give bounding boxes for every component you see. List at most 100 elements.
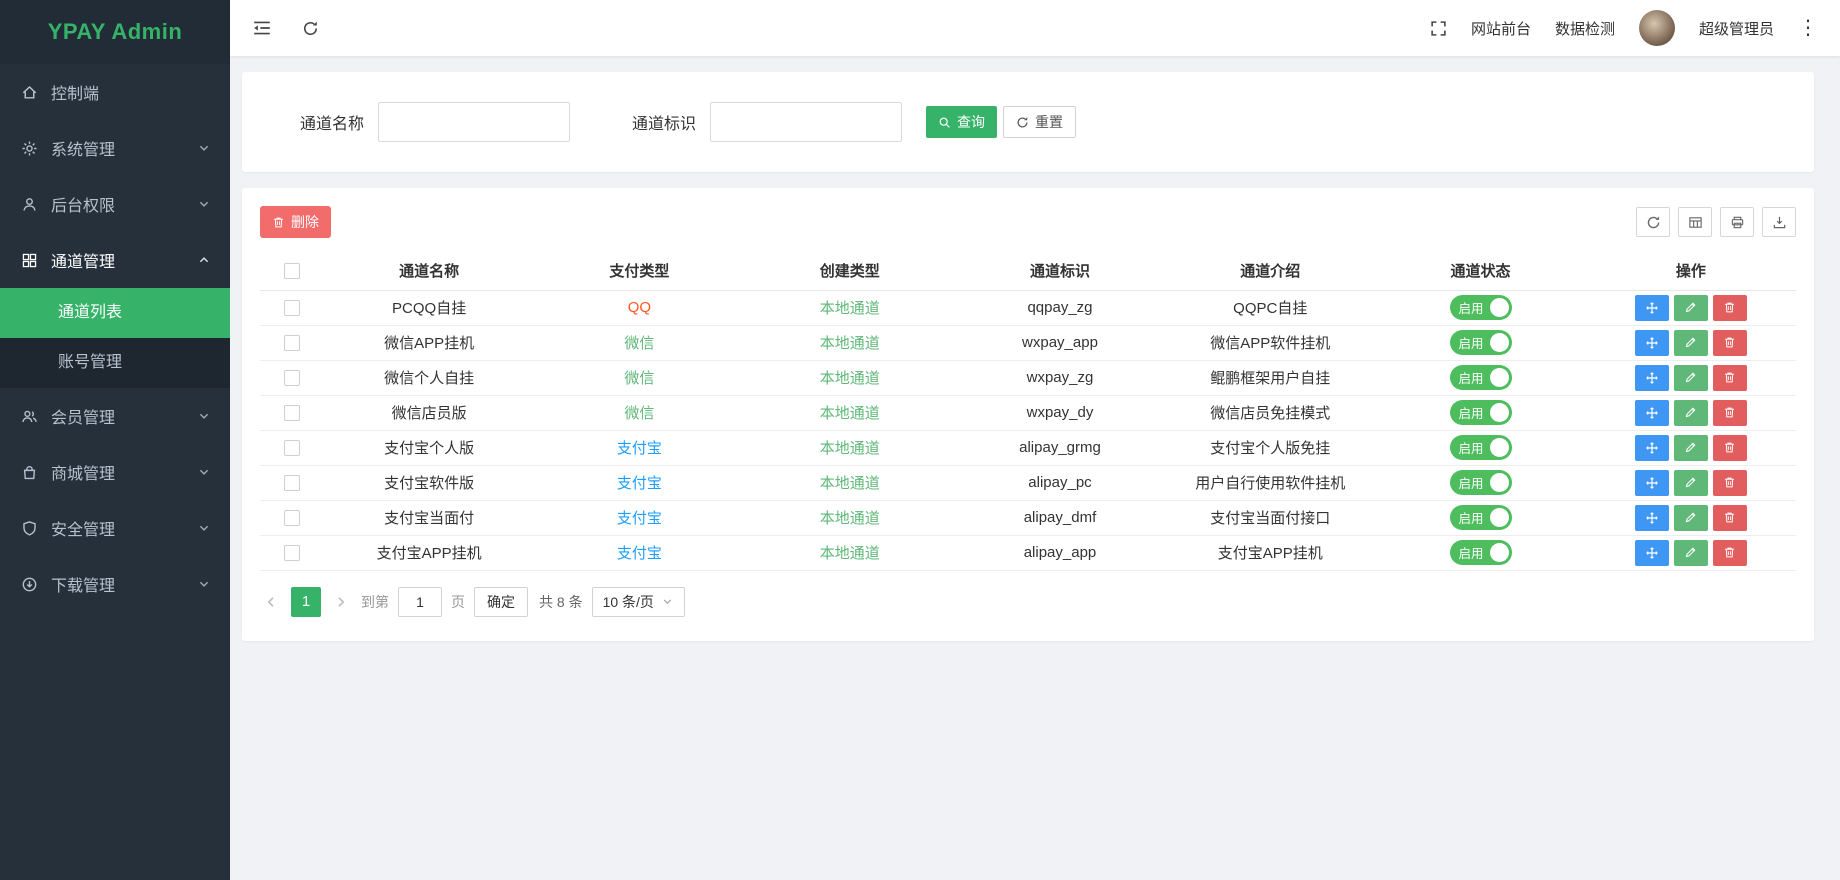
shield-icon [20, 519, 38, 537]
status-label: 启用 [1459, 438, 1484, 457]
more-menu-icon[interactable]: ⋮ [1798, 18, 1818, 38]
edit-button[interactable] [1674, 400, 1708, 426]
prev-page-button[interactable] [260, 587, 282, 617]
status-toggle[interactable]: 启用 [1450, 505, 1512, 530]
table-row: 支付宝当面付 支付宝 本地通道 alipay_dmf 支付宝当面付接口 启用 [260, 500, 1796, 535]
cell-pay-type: 微信 [624, 370, 654, 387]
edit-button[interactable] [1674, 365, 1708, 391]
delete-row-button[interactable] [1713, 400, 1747, 426]
toggle-knob [1490, 473, 1509, 492]
header-right: 网站前台 数据检测 超级管理员 ⋮ [1430, 10, 1818, 46]
table-row: 微信APP挂机 微信 本地通道 wxpay_app 微信APP软件挂机 启用 [260, 325, 1796, 360]
delete-button[interactable]: 删除 [260, 206, 331, 238]
refresh-page-icon[interactable] [302, 20, 319, 37]
cell-channel-name: 微信店员版 [324, 395, 534, 430]
sidebar-item-channel[interactable]: 通道管理 [0, 232, 230, 288]
move-button[interactable] [1635, 295, 1669, 321]
move-button[interactable] [1635, 505, 1669, 531]
row-checkbox[interactable] [284, 335, 300, 351]
cell-channel-code: alipay_grmg [955, 430, 1165, 465]
delete-row-button[interactable] [1713, 330, 1747, 356]
row-checkbox[interactable] [284, 405, 300, 421]
sidebar-item-permissions[interactable]: 后台权限 [0, 176, 230, 232]
status-label: 启用 [1459, 298, 1484, 317]
sidebar-item-security[interactable]: 安全管理 [0, 500, 230, 556]
confirm-page-button[interactable]: 确定 [474, 587, 528, 617]
cell-pay-type: 支付宝 [617, 510, 662, 527]
move-button[interactable] [1635, 470, 1669, 496]
row-checkbox[interactable] [284, 440, 300, 456]
delete-row-button[interactable] [1713, 505, 1747, 531]
cell-create-type: 本地通道 [820, 545, 880, 562]
move-button[interactable] [1635, 435, 1669, 461]
cell-channel-intro: 鲲鹏框架用户自挂 [1165, 360, 1375, 395]
status-toggle[interactable]: 启用 [1450, 365, 1512, 390]
sidebar-item-label: 后台权限 [51, 192, 198, 216]
download-icon [20, 575, 38, 593]
refresh-table-button[interactable] [1636, 207, 1670, 237]
edit-button[interactable] [1674, 470, 1708, 496]
export-button[interactable] [1762, 207, 1796, 237]
fullscreen-icon[interactable] [1430, 20, 1447, 37]
status-toggle[interactable]: 启用 [1450, 295, 1512, 320]
sidebar-item-system[interactable]: 系统管理 [0, 120, 230, 176]
filter-group-name: 通道名称 [300, 102, 570, 142]
chevron-down-icon [198, 410, 210, 422]
page-size-select[interactable]: 10 条/页 [592, 587, 685, 617]
print-button[interactable] [1720, 207, 1754, 237]
delete-row-button[interactable] [1713, 295, 1747, 321]
toggle-knob [1490, 368, 1509, 387]
edit-button[interactable] [1674, 295, 1708, 321]
row-checkbox[interactable] [284, 370, 300, 386]
move-button[interactable] [1635, 540, 1669, 566]
home-icon [20, 83, 38, 101]
sidebar-item-mall[interactable]: 商城管理 [0, 444, 230, 500]
cell-pay-type: 支付宝 [617, 440, 662, 457]
frontend-link[interactable]: 网站前台 [1471, 18, 1531, 39]
channel-name-input[interactable] [378, 102, 570, 142]
move-button[interactable] [1635, 400, 1669, 426]
move-button[interactable] [1635, 330, 1669, 356]
next-page-button[interactable] [330, 587, 352, 617]
edit-button[interactable] [1674, 505, 1708, 531]
cell-channel-intro: QQPC自挂 [1165, 290, 1375, 325]
sidebar-item-download[interactable]: 下载管理 [0, 556, 230, 612]
status-toggle[interactable]: 启用 [1450, 400, 1512, 425]
cell-channel-name: 支付宝APP挂机 [324, 535, 534, 570]
reset-button[interactable]: 重置 [1003, 106, 1076, 138]
cell-channel-code: wxpay_dy [955, 395, 1165, 430]
edit-button[interactable] [1674, 330, 1708, 356]
sidebar-item-channel-list[interactable]: 通道列表 [0, 288, 230, 338]
row-checkbox[interactable] [284, 475, 300, 491]
sidebar-item-members[interactable]: 会员管理 [0, 388, 230, 444]
status-toggle[interactable]: 启用 [1450, 435, 1512, 460]
avatar[interactable] [1639, 10, 1675, 46]
sidebar-item-account[interactable]: 账号管理 [0, 338, 230, 388]
chevron-down-icon [662, 596, 674, 608]
goto-page-input[interactable] [398, 587, 442, 617]
row-checkbox[interactable] [284, 545, 300, 561]
username[interactable]: 超级管理员 [1699, 18, 1774, 39]
collapse-sidebar-icon[interactable] [252, 19, 272, 37]
status-toggle[interactable]: 启用 [1450, 540, 1512, 565]
status-toggle[interactable]: 启用 [1450, 330, 1512, 355]
users-icon [20, 407, 38, 425]
move-button[interactable] [1635, 365, 1669, 391]
delete-row-button[interactable] [1713, 470, 1747, 496]
monitor-link[interactable]: 数据检测 [1555, 18, 1615, 39]
channel-code-input[interactable] [710, 102, 902, 142]
search-button[interactable]: 查询 [926, 106, 997, 138]
delete-row-button[interactable] [1713, 435, 1747, 461]
page-number-button[interactable]: 1 [291, 587, 321, 617]
sidebar-item-console[interactable]: 控制端 [0, 64, 230, 120]
status-toggle[interactable]: 启用 [1450, 470, 1512, 495]
row-checkbox[interactable] [284, 300, 300, 316]
select-all-checkbox[interactable] [284, 263, 300, 279]
status-label: 启用 [1459, 333, 1484, 352]
edit-button[interactable] [1674, 435, 1708, 461]
delete-row-button[interactable] [1713, 365, 1747, 391]
edit-button[interactable] [1674, 540, 1708, 566]
delete-row-button[interactable] [1713, 540, 1747, 566]
row-checkbox[interactable] [284, 510, 300, 526]
columns-filter-button[interactable] [1678, 207, 1712, 237]
